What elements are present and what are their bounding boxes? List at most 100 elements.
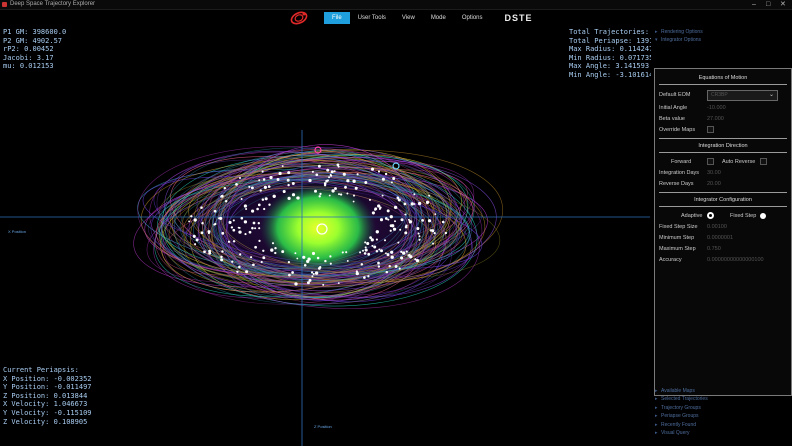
fixed-step-radio[interactable]: [760, 212, 766, 219]
integrator-options-box: Equations of Motion Default EOM CR3BP ⌄ I…: [654, 68, 792, 396]
mu: mu: 0.012153: [3, 62, 54, 71]
periapse-point: [274, 246, 277, 250]
periapse-point: [418, 235, 421, 238]
periapse-point: [434, 213, 437, 216]
forward-label: Forward: [671, 158, 692, 165]
periapse-point: [363, 252, 367, 255]
x-position: X Position: -0.002352: [3, 374, 92, 383]
periapse-point: [400, 218, 404, 222]
bottom-links: ▸ Available Maps ▸ Selected Trajectories ▸…: [651, 387, 792, 437]
periapse-point: [263, 185, 267, 189]
periapse-point: [421, 219, 424, 222]
periapse-point: [333, 170, 336, 173]
x-velocity: X Velocity: 1.046673: [3, 400, 88, 409]
periapse-point: [306, 259, 310, 264]
periapse-groups-link[interactable]: ▸ Periapse Groups: [651, 412, 792, 420]
menu-options[interactable]: Options: [454, 12, 491, 24]
periapse-point: [258, 227, 261, 230]
minimum-step-field[interactable]: 0.0000001: [707, 235, 733, 241]
periapse-point: [388, 265, 391, 268]
available-maps-link[interactable]: ▸ Available Maps: [651, 387, 792, 395]
periapse-point: [389, 229, 392, 232]
periapse-point: [366, 241, 370, 246]
periapsis-heading: Current Periapsis:: [3, 366, 79, 374]
selected-trajectories-link[interactable]: ▸ Selected Trajectories: [651, 395, 792, 403]
visual-query-link[interactable]: ▸ Visual Query: [651, 429, 792, 437]
periapse-point: [328, 176, 331, 179]
periapse-point: [379, 206, 382, 209]
initial-angle-field[interactable]: -10.000: [707, 105, 726, 111]
menu-bar: File User Tools View Mode Options DSTE: [288, 10, 533, 26]
periapse-point: [264, 197, 268, 201]
integration-days-label: Integration Days: [659, 169, 700, 176]
periapse-point: [391, 224, 395, 228]
periapse-point: [276, 178, 280, 181]
periapse-point: [232, 228, 236, 232]
periapse-point: [363, 276, 366, 279]
periapse-point: [310, 271, 314, 274]
reverse-days-field[interactable]: 20.00: [707, 181, 721, 187]
periapse-point: [325, 179, 328, 183]
periapse-point: [415, 259, 420, 263]
integration-days-field[interactable]: 30.00: [707, 170, 721, 176]
divider: [659, 138, 787, 139]
periapse-point: [346, 259, 349, 262]
adaptive-radio[interactable]: [707, 212, 714, 219]
periapse-point: [368, 198, 372, 201]
rendering-options-link[interactable]: ▸ Rendering Options: [651, 28, 792, 36]
periapse-point: [302, 255, 306, 259]
periapse-point: [405, 224, 408, 227]
periapse-point: [375, 230, 379, 234]
default-eom-select[interactable]: CR3BP ⌄: [707, 89, 778, 101]
periapse-point: [220, 258, 224, 262]
periapse-point: [390, 250, 394, 254]
periapse-point: [377, 261, 380, 265]
fixed-step-size-label: Fixed Step Size: [659, 223, 698, 230]
periapse-point: [218, 217, 221, 220]
override-maps-checkbox[interactable]: [707, 126, 714, 133]
minimize-icon[interactable]: –: [752, 0, 756, 9]
periapse-point: [359, 251, 362, 254]
trajectory-groups-link[interactable]: ▸ Trajectory Groups: [651, 404, 792, 412]
beta-field[interactable]: 27.000: [707, 116, 724, 122]
periapse-point: [288, 273, 291, 277]
fixed-step-size-field[interactable]: 0.00100: [707, 224, 727, 230]
periapse-point: [324, 259, 327, 263]
maximize-icon[interactable]: □: [766, 0, 770, 9]
menu-view[interactable]: View: [394, 12, 423, 24]
periapse-point: [364, 241, 367, 244]
forward-checkbox[interactable]: [707, 158, 714, 165]
menu-mode[interactable]: Mode: [423, 12, 454, 24]
periapse-point: [338, 193, 340, 196]
eom-title: Equations of Motion: [698, 75, 748, 81]
periapse-point: [322, 283, 325, 286]
periapse-point: [315, 173, 319, 177]
periapse-point: [274, 251, 277, 255]
periapse-point: [231, 260, 234, 263]
accuracy-field[interactable]: 0.00000000000000100: [707, 257, 764, 263]
periapse-point: [214, 222, 217, 226]
periapse-point: [291, 271, 294, 274]
periapse-point: [444, 231, 448, 235]
dste-logo-icon[interactable]: [288, 10, 310, 26]
periapse-point: [364, 248, 368, 252]
recently-found-link[interactable]: ▸ Recently Found: [651, 421, 792, 429]
maximum-step-field[interactable]: 0.750: [707, 246, 721, 252]
periapse-point: [193, 218, 197, 222]
menu-file[interactable]: File: [324, 12, 350, 24]
default-eom-value: CR3BP: [711, 91, 728, 98]
trajectory-view[interactable]: [0, 10, 650, 446]
periapse-point: [362, 249, 364, 252]
integrator-options-link[interactable]: ▾ Integrator Options: [651, 36, 792, 44]
periapse-point: [260, 260, 263, 264]
periapse-point: [409, 255, 413, 259]
auto-reverse-checkbox[interactable]: [760, 158, 767, 165]
direction-title: Integration Direction: [698, 143, 748, 149]
periapse-point: [404, 213, 407, 216]
close-icon[interactable]: ✕: [780, 0, 786, 9]
periapse-point: [375, 250, 379, 253]
rendering-options-label: Rendering Options: [661, 29, 703, 35]
periapse-point: [413, 203, 416, 205]
menu-user-tools[interactable]: User Tools: [350, 12, 394, 24]
periapse-point: [303, 263, 307, 267]
